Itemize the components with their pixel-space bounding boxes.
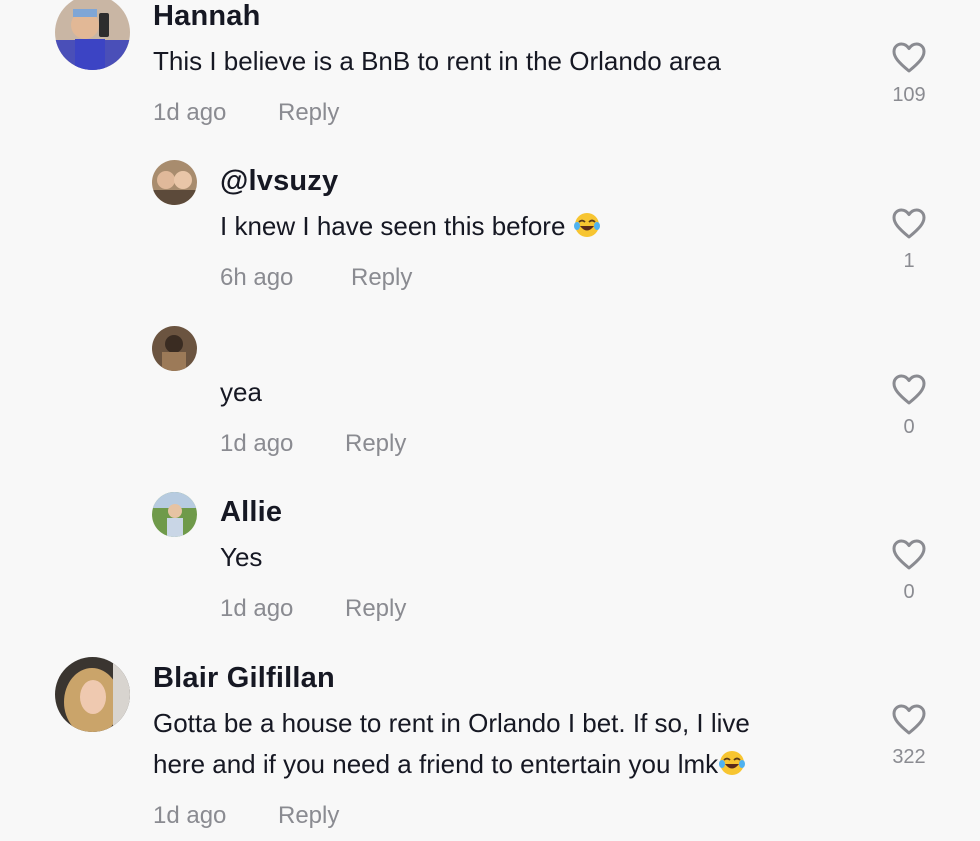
- like-count: 0: [903, 416, 915, 438]
- comment-text-line: I knew I have seen this before: [220, 211, 566, 241]
- like-count: 322: [892, 746, 926, 768]
- comment-text-line: Gotta be a house to rent in Orlando I be…: [153, 708, 750, 738]
- comment-text-line: here and if you need a friend to enterta…: [153, 749, 719, 779]
- heart-outline-icon: [892, 42, 926, 73]
- like-button[interactable]: 322: [884, 704, 934, 769]
- comment-text-line: yea: [220, 377, 262, 407]
- comment-text: I knew I have seen this before: [220, 206, 601, 247]
- avatar[interactable]: [55, 0, 130, 70]
- comment-author[interactable]: Hannah: [153, 0, 261, 33]
- comment-author[interactable]: @lvsuzy: [220, 165, 338, 198]
- comment-text: Yes: [220, 537, 262, 578]
- comment-timestamp: 1d ago: [220, 430, 294, 457]
- comment-author[interactable]: Allie: [220, 496, 282, 529]
- comment-author[interactable]: Blair Gilfillan: [153, 662, 335, 695]
- avatar[interactable]: [55, 657, 130, 732]
- avatar[interactable]: [152, 326, 197, 371]
- like-button[interactable]: 0: [884, 374, 934, 439]
- reply-button[interactable]: Reply: [278, 99, 339, 127]
- comment-text-line-wrap: here and if you need a friend to enterta…: [153, 744, 750, 785]
- comment-text: Gotta be a house to rent in Orlando I be…: [153, 703, 750, 785]
- like-button[interactable]: 1: [884, 208, 934, 273]
- face-with-tears-of-joy-icon: [719, 751, 746, 775]
- face-with-tears-of-joy-icon: [573, 213, 600, 237]
- avatar[interactable]: [152, 160, 197, 205]
- reply-button[interactable]: Reply: [351, 264, 412, 292]
- reply-button[interactable]: Reply: [345, 595, 406, 623]
- reply-button[interactable]: Reply: [345, 430, 406, 458]
- avatar[interactable]: [152, 492, 197, 537]
- comment-timestamp: 1d ago: [220, 595, 294, 622]
- comment-timestamp: 6h ago: [220, 264, 294, 291]
- heart-outline-icon: [892, 374, 926, 405]
- comment-text: This I believe is a BnB to rent in the O…: [153, 41, 721, 82]
- like-count: 1: [903, 250, 915, 272]
- comment-timestamp: 1d ago: [153, 802, 227, 829]
- comment-text-line: Yes: [220, 542, 263, 572]
- comment-timestamp: 1d ago: [153, 99, 227, 126]
- like-count: 109: [892, 84, 926, 106]
- like-button[interactable]: 0: [884, 539, 934, 604]
- reply-button[interactable]: Reply: [278, 802, 339, 830]
- comment-text: yea: [220, 372, 262, 413]
- heart-outline-icon: [892, 539, 926, 570]
- like-button[interactable]: 109: [884, 42, 934, 107]
- comment-text-line: This I believe is a BnB to rent in the O…: [153, 46, 721, 76]
- heart-outline-icon: [892, 208, 926, 239]
- like-count: 0: [903, 581, 915, 603]
- heart-outline-icon: [892, 704, 926, 735]
